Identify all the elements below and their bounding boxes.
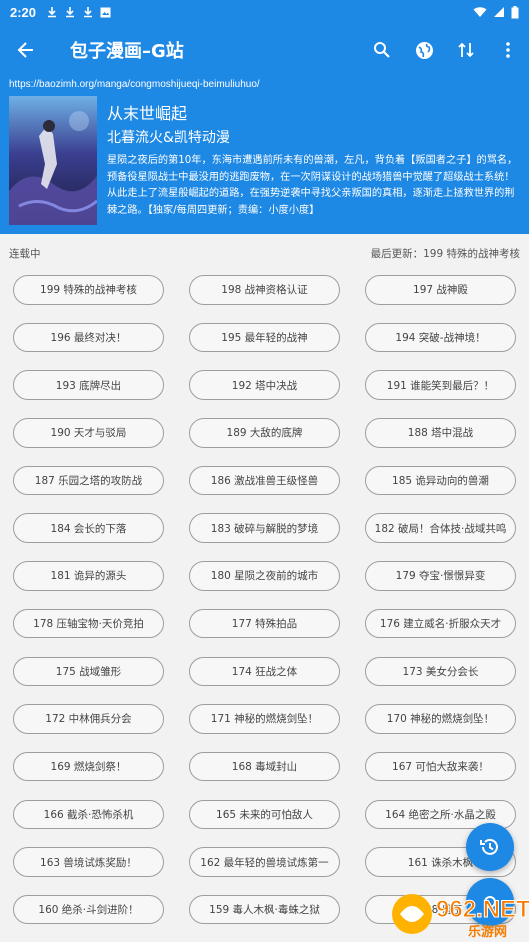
- history-fab[interactable]: [466, 823, 514, 871]
- chapter-button[interactable]: 178 压轴宝物·天价竞拍: [13, 608, 164, 639]
- status-time: 2:20: [10, 4, 37, 20]
- more-button[interactable]: [487, 26, 529, 74]
- chapter-button[interactable]: 182 破局！合体技·战域共鸣: [365, 513, 516, 543]
- back-button[interactable]: [2, 26, 50, 74]
- notification-icons: [46, 6, 111, 18]
- info-row: 连载中 最后更新：199 特殊的战神考核: [0, 234, 529, 272]
- chapter-button[interactable]: 166 截杀·恐怖杀机: [13, 799, 164, 830]
- chapter-button[interactable]: 162 最年轻的兽境试炼第一: [189, 847, 340, 877]
- chapter-button[interactable]: 163 兽境试炼奖励！: [13, 847, 164, 877]
- sort-button[interactable]: [445, 26, 487, 74]
- chapter-button[interactable]: 191 谁能笑到最后？！: [365, 370, 516, 400]
- more-vert-icon: [506, 42, 510, 58]
- chapter-button[interactable]: 198 战神资格认证: [189, 275, 340, 305]
- battery-icon: [511, 5, 519, 18]
- chapter-button[interactable]: 187 乐园之塔的攻防战: [13, 465, 164, 496]
- chapter-button[interactable]: 171 神秘的燃烧剑坠！: [189, 704, 340, 734]
- watermark-logo: 962.NET 乐游网: [386, 884, 529, 942]
- app-bar-actions: [361, 26, 529, 74]
- chapter-button[interactable]: 169 燃烧剑祭！: [13, 751, 164, 782]
- chapter-button[interactable]: 176 建立威名·折服众天才: [365, 608, 516, 639]
- source-button[interactable]: [403, 26, 445, 74]
- chapter-button[interactable]: 193 底牌尽出: [13, 370, 164, 400]
- chapter-button[interactable]: 165 未来的可怕敌人: [189, 799, 340, 830]
- comic-title: 从末世崛起: [107, 104, 188, 123]
- chapter-button[interactable]: 174 狂战之体: [189, 656, 340, 686]
- chapter-button[interactable]: 167 可怕大敌来袭！: [365, 751, 516, 782]
- chapter-button[interactable]: 183 破碎与解脱的梦境: [189, 513, 340, 543]
- chapter-button[interactable]: 195 最年轻的战神: [189, 322, 340, 353]
- status-bar: 2:20: [0, 0, 529, 24]
- chapter-button[interactable]: 199 特殊的战神考核: [13, 275, 164, 305]
- comic-header: https://baozimh.org/manga/congmoshijueqi…: [0, 76, 529, 234]
- chapter-button[interactable]: 179 夺宝·憬憬异变: [365, 561, 516, 591]
- app-title: 包子漫画–G站: [70, 41, 184, 62]
- chapter-button[interactable]: 197 战神殿: [365, 275, 516, 305]
- search-button[interactable]: [361, 26, 403, 74]
- latest-update: 最后更新：199 特殊的战神考核: [370, 247, 520, 260]
- comic-url[interactable]: https://baozimh.org/manga/congmoshijueqi…: [9, 79, 260, 90]
- history-icon: [480, 838, 498, 855]
- image-icon: [100, 7, 111, 17]
- chapter-button[interactable]: 189 大敌的底牌: [189, 418, 340, 448]
- download-icon: [48, 7, 57, 18]
- chapter-button[interactable]: 168 毒域封山: [189, 751, 340, 782]
- chapter-button[interactable]: 175 战域雏形: [13, 656, 164, 686]
- chapter-button[interactable]: 186 激战准兽王级怪兽: [189, 465, 340, 496]
- system-icons: [473, 5, 519, 19]
- app-bar: 包子漫画–G站: [0, 24, 529, 76]
- chapter-button[interactable]: 184 会长的下落: [13, 513, 164, 543]
- wifi-icon: [473, 7, 487, 17]
- chapter-button[interactable]: 194 突破-战神境！: [365, 322, 516, 353]
- chapter-button[interactable]: 196 最终对决！: [13, 322, 164, 353]
- chapter-button[interactable]: 190 天才与驳局: [13, 418, 164, 448]
- chapter-button[interactable]: 170 神秘的燃烧剑坠！: [365, 704, 516, 734]
- svg-text:乐游网: 乐游网: [468, 924, 507, 940]
- signal-icon: [494, 7, 504, 17]
- globe-icon: [415, 41, 433, 59]
- sort-icon: [458, 42, 474, 58]
- chapter-button[interactable]: 180 星陨之夜前的城市: [189, 561, 340, 591]
- download-icon: [84, 7, 93, 18]
- chapter-button[interactable]: 160 绝杀·斗剑进阶！: [13, 894, 164, 925]
- chapter-button[interactable]: 173 美女分会长: [365, 656, 516, 686]
- chapter-button[interactable]: 181 诡异的源头: [13, 561, 164, 591]
- cover-image[interactable]: [9, 96, 97, 225]
- chapter-button[interactable]: 172 中林佣兵分会: [13, 704, 164, 734]
- download-icon: [66, 7, 75, 18]
- arrow-left-icon: [17, 42, 33, 58]
- svg-text:962.NET: 962.NET: [436, 896, 529, 923]
- comic-description: 星陨之夜后的第10年，东海市遭遇前所未有的兽潮，左凡，背负着【叛国者之子】的骂名…: [107, 155, 518, 216]
- chapter-button[interactable]: 159 毒人木枫·毒蛛之狱: [189, 894, 340, 925]
- comic-author: 北暮流火&凯特动漫: [107, 130, 230, 146]
- chapter-button[interactable]: 188 塔中混战: [365, 418, 516, 448]
- search-icon: [374, 42, 390, 58]
- chapter-button[interactable]: 177 特殊拍品: [189, 608, 340, 639]
- serial-status: 连载中: [9, 247, 41, 260]
- chapter-button[interactable]: 192 塔中决战: [189, 370, 340, 400]
- chapter-grid: 199 特殊的战神考核 198 战神资格认证 197 战神殿 196 最终对决！ 195…: [13, 275, 517, 925]
- chapter-button[interactable]: 185 诡异动向的兽潮: [365, 465, 516, 496]
